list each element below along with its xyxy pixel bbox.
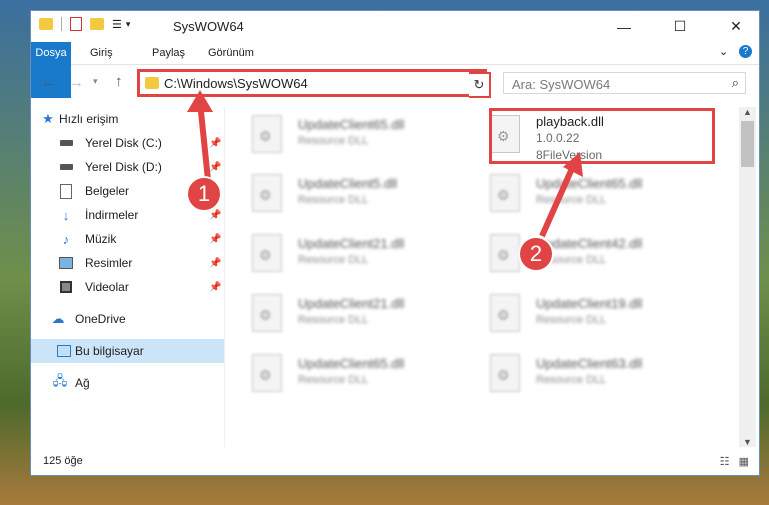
annotation-marker-2: 2	[518, 236, 554, 272]
arrow-1-head	[187, 90, 213, 112]
annotation-marker-1: 1	[186, 176, 222, 212]
annotation-arrows	[187, 90, 583, 238]
arrow-1-shaft	[197, 101, 211, 181]
arrow-2-shaft	[539, 162, 577, 238]
